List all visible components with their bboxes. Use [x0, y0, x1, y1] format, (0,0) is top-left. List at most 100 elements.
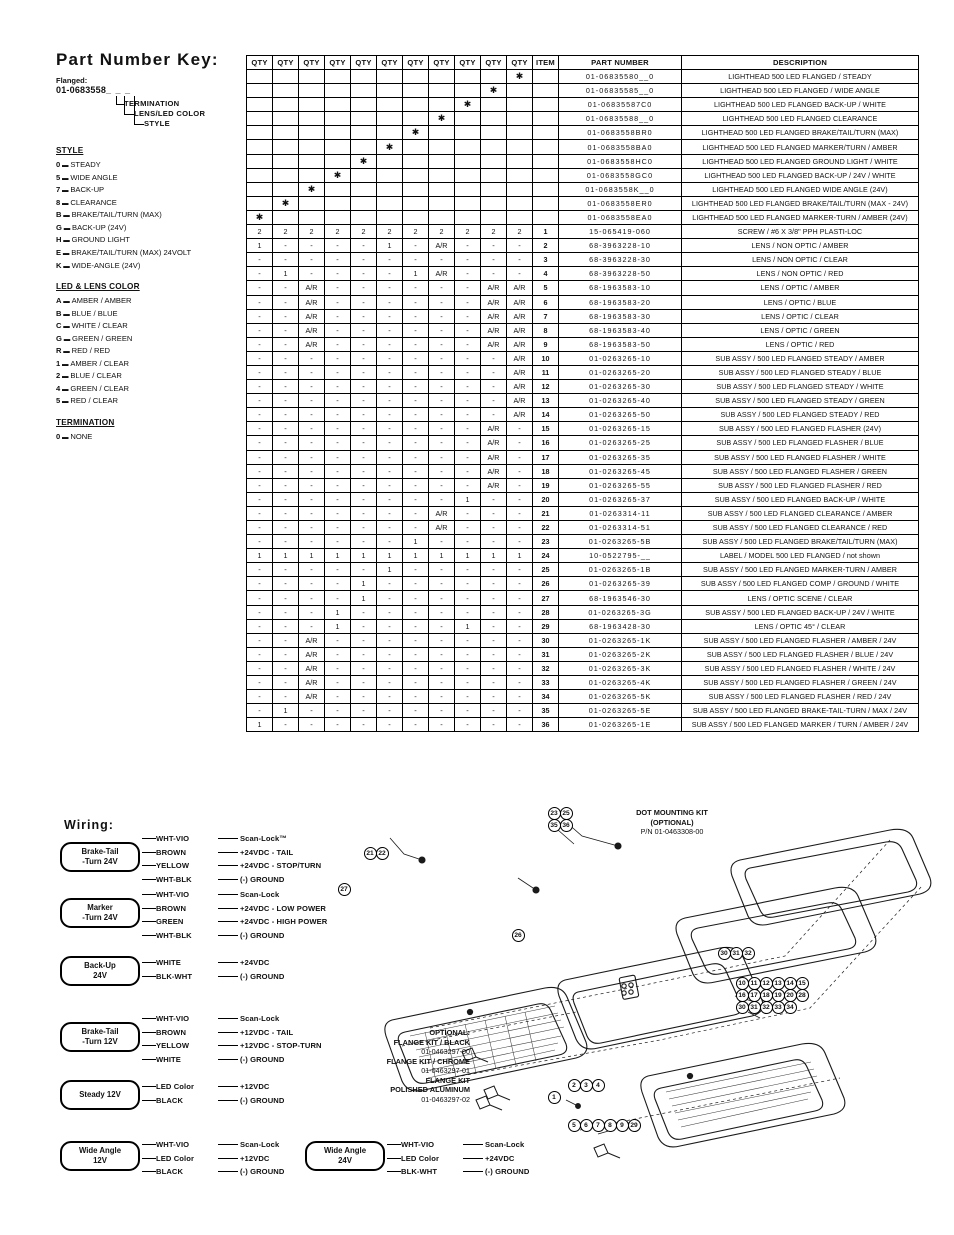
table-row[interactable]: ✱ 01-0683558K__0 LIGHTHEAD 500 LED FLANGED… [246, 181, 919, 197]
table-row[interactable]: - - - - - - - - - A/R -15 01-0263265-15 SUB ASSY / 5… [246, 421, 919, 437]
qty-cell: - [428, 364, 455, 381]
table-row[interactable]: ✱ 01-06835585__0 LIGHTHEAD 500 LED FLANGED… [246, 83, 919, 99]
table-row[interactable]: - - - - - - - - - A/R -19 01-0263265-55 SUB ASSY / 5… [246, 477, 919, 493]
table-row[interactable]: - - A/R - - - - - - - -30 01-0263265-1K SUB ASSY / 5… [246, 632, 919, 648]
table-row[interactable]: -1- - - -1 A/R - - -4 68-3963228-50 LENS / NON OP… [246, 266, 919, 282]
table-row[interactable]: ✱ 01-06835587C0 LIGHTHEAD 500 LED FLANGED … [246, 97, 919, 113]
description-cell: LIGHTHEAD 500 LED FLANGED BACK-UP / WHIT… [681, 97, 919, 113]
callout-28[interactable]: 28 [795, 989, 809, 1002]
callout-34[interactable]: 34 [783, 1001, 797, 1014]
col-header-pn: PART NUMBER [558, 55, 682, 70]
part-number-cell: 01-06835587C0 [558, 97, 682, 113]
callout-31[interactable]: 31 [747, 1001, 761, 1014]
star-marker-icon: ✱ [437, 113, 446, 124]
callout-36[interactable]: 36 [559, 819, 573, 832]
table-row[interactable]: - - A/R - - - - - - A/R A/R 6 68-1963583-20 LENS / OP… [246, 294, 919, 310]
table-header-row: QTY QTY QTY QTY QTY QTY QTY QTY QTY QTY QTY ITEM PAR… [246, 55, 919, 70]
callout-21[interactable]: 21 [363, 847, 377, 860]
qty-cell: - [428, 660, 455, 677]
callout-33[interactable]: 33 [771, 1001, 785, 1014]
table-row[interactable]: - - - - - - - - - - A/R 13 01-0263265-40 SUB ASSY / 5… [246, 393, 919, 409]
qty-cell [480, 68, 507, 85]
table-row[interactable]: ✱ 01-06835588__0 LIGHTHEAD 500 LED FLANGED… [246, 111, 919, 127]
wire-row: BROWN +12VDC - TAIL [142, 1026, 322, 1040]
table-row[interactable]: - - - - - - - -1- -20 01-0263265-37 SUB ASSY / 500… [246, 491, 919, 507]
table-row[interactable]: - - A/R - - - - - - A/R A/R 7 68-1963583-30 LENS / OP… [246, 308, 919, 324]
wire-function-label: (-) GROUND [240, 1054, 285, 1064]
callout-29[interactable]: 29 [627, 1119, 641, 1132]
callout-30[interactable]: 30 [717, 947, 731, 960]
callout-1[interactable]: 1 [547, 1091, 561, 1104]
callout-7[interactable]: 7 [591, 1119, 605, 1132]
callout-row: 30 31 32 [717, 947, 755, 960]
table-row[interactable]: - - - -1- - - - - -26 01-0263265-39 SUB ASSY / 500… [246, 576, 919, 592]
table-row[interactable]: - - -1- - - - - - -28 01-0263265-3G SUB ASSY / 500… [246, 604, 919, 620]
table-row[interactable]: - - - - - - - - - - A/R 12 01-0263265-30 SUB ASSY / 5… [246, 379, 919, 395]
table-row[interactable]: - - - - - - - - - - A/R 14 01-0263265-50 SUB ASSY / 5… [246, 407, 919, 423]
table-row[interactable]: ✱ 01-0683558BR0 LIGHTHEAD 500 LED FLANGED … [246, 125, 919, 141]
part-number-cell: 01-0263265-5B [558, 534, 682, 550]
callout-5[interactable]: 5 [567, 1119, 581, 1132]
qty-cell: A/R [506, 379, 533, 395]
table-row[interactable]: -1- - - - - - - - -35 01-0263265-5E SUB ASSY / 500… [246, 703, 919, 719]
table-row[interactable]: - - - - - - - - - A/R -16 01-0263265-25 SUB ASSY / 5… [246, 435, 919, 451]
table-row[interactable]: - - -1- - - -1- -29 68-1963428-30 LENS / OPTIC 4… [246, 618, 919, 634]
table-row[interactable]: ✱ 01-0683558GC0 LIGHTHEAD 500 LED FLANGED … [246, 167, 919, 183]
qty-cell [454, 125, 481, 141]
table-row[interactable]: - - A/R - - - - - - - -31 01-0263265-2K SUB ASSY / 5… [246, 646, 919, 662]
table-row[interactable]: - - A/R - - - - - - - -34 01-0263265-5K SUB ASSY / 5… [246, 689, 919, 705]
table-row[interactable]: - - A/R - - - - - - A/R A/R 8 68-1963583-40 LENS / OP… [246, 322, 919, 338]
callout-32[interactable]: 32 [741, 947, 755, 960]
table-row[interactable]: - - - - -1- - - - -25 01-0263265-1B SUB ASSY / 500… [246, 562, 919, 578]
table-row[interactable]: 2 2 2 2 2 2 2 2 2 2 2 1 15-065419-060 SCREW / #6 X 3/… [246, 224, 919, 240]
table-row[interactable]: 1 1 1 1 1 1 1 1 1 1 1 24 10-0522795-__ LABEL / MODEL … [246, 548, 919, 564]
table-row[interactable]: ✱ 01-0683558ER0 LIGHTHEAD 500 LED FLANGED … [246, 195, 919, 211]
table-row[interactable]: ✱ 01-0683558EA0 LIGHTHEAD 500 LED FLANGED … [246, 209, 919, 226]
qty-cell: - [272, 252, 299, 268]
equals-glyph: ▬ [61, 298, 72, 306]
table-row[interactable]: - - - - - -1- - - -23 01-0263265-5B SUB ASSY / 500… [246, 534, 919, 550]
table-row[interactable]: - - - - - - - - - - A/R 10 01-0263265-10 SUB ASSY / 5… [246, 350, 919, 366]
item-number-cell: 20 [532, 491, 559, 507]
table-row[interactable]: ✱ 01-0683558HC0 LIGHTHEAD 500 LED FLANGED … [246, 153, 919, 169]
callout-22[interactable]: 22 [375, 847, 389, 860]
callout-31[interactable]: 31 [729, 947, 743, 960]
table-row[interactable]: - - - -1- - - - - -27 68-1963546-30 LENS / OPTIC S… [246, 590, 919, 606]
callout-3[interactable]: 3 [579, 1079, 593, 1092]
callout-6[interactable]: 6 [579, 1119, 593, 1132]
callout-8[interactable]: 8 [603, 1119, 617, 1132]
table-row[interactable]: - - - - - - - A/R - - -21 01-0263314-11 SUB ASSY / 5… [246, 505, 919, 522]
part-number-cell: 01-0263314-51 [558, 519, 682, 536]
callout-30[interactable]: 30 [735, 1001, 749, 1014]
qty-cell: - [376, 266, 403, 282]
qty-cell: - [480, 238, 507, 254]
table-row[interactable]: ✱ 01-06835580__0 LIGHTHEAD 500 LED FLANGED… [246, 68, 919, 85]
table-row[interactable]: 1- - - - - - - - - -36 01-0263265-1E SUB ASSY / 500… [246, 717, 919, 733]
wire-function-label: (-) GROUND [240, 1167, 285, 1177]
callout-35[interactable]: 35 [547, 819, 561, 832]
equals-glyph: ▬ [60, 199, 71, 207]
qty-cell: - [454, 604, 481, 620]
callout-32[interactable]: 32 [759, 1001, 773, 1014]
description-cell: LIGHTHEAD 500 LED FLANGED / STEADY [681, 68, 919, 85]
table-row[interactable]: - - A/R - - - - - - A/R A/R 5 68-1963583-10 LENS / OP… [246, 280, 919, 296]
qty-cell [428, 195, 455, 211]
item-number-cell: 1 [532, 224, 559, 240]
table-row[interactable]: - - - - - - - - - - -3 68-3963228-30 LENS / NON OPTI… [246, 252, 919, 268]
callout-4[interactable]: 4 [591, 1079, 605, 1092]
callout-2[interactable]: 2 [567, 1079, 581, 1092]
table-row[interactable]: - - A/R - - - - - - - -33 01-0263265-4K SUB ASSY / 5… [246, 675, 919, 691]
callout-27[interactable]: 27 [337, 883, 351, 896]
qty-cell: - [324, 379, 351, 395]
callout-26[interactable]: 26 [511, 929, 525, 942]
table-row[interactable]: - - A/R - - - - - - A/R A/R 9 68-1963583-50 LENS / OP… [246, 336, 919, 352]
table-row[interactable]: - - - - - - - A/R - - -22 01-0263314-51 SUB ASSY / 5… [246, 519, 919, 536]
table-row[interactable]: ✱ 01-0683558BA0 LIGHTHEAD 500 LED FLANGED … [246, 139, 919, 155]
table-row[interactable]: - - A/R - - - - - - - -32 01-0263265-3K SUB ASSY / 5… [246, 660, 919, 677]
table-row[interactable]: 1- - - -1- A/R - - -2 68-3963228-10 LENS / NON OP… [246, 238, 919, 254]
table-row[interactable]: - - - - - - - - - A/R -17 01-0263265-35 SUB ASSY / 5… [246, 449, 919, 465]
table-row[interactable]: - - - - - - - - - - A/R 11 01-0263265-20 SUB ASSY / 5… [246, 364, 919, 381]
qty-cell [506, 209, 533, 226]
table-row[interactable]: - - - - - - - - - A/R -18 01-0263265-45 SUB ASSY / 5… [246, 463, 919, 479]
callout-9[interactable]: 9 [615, 1119, 629, 1132]
